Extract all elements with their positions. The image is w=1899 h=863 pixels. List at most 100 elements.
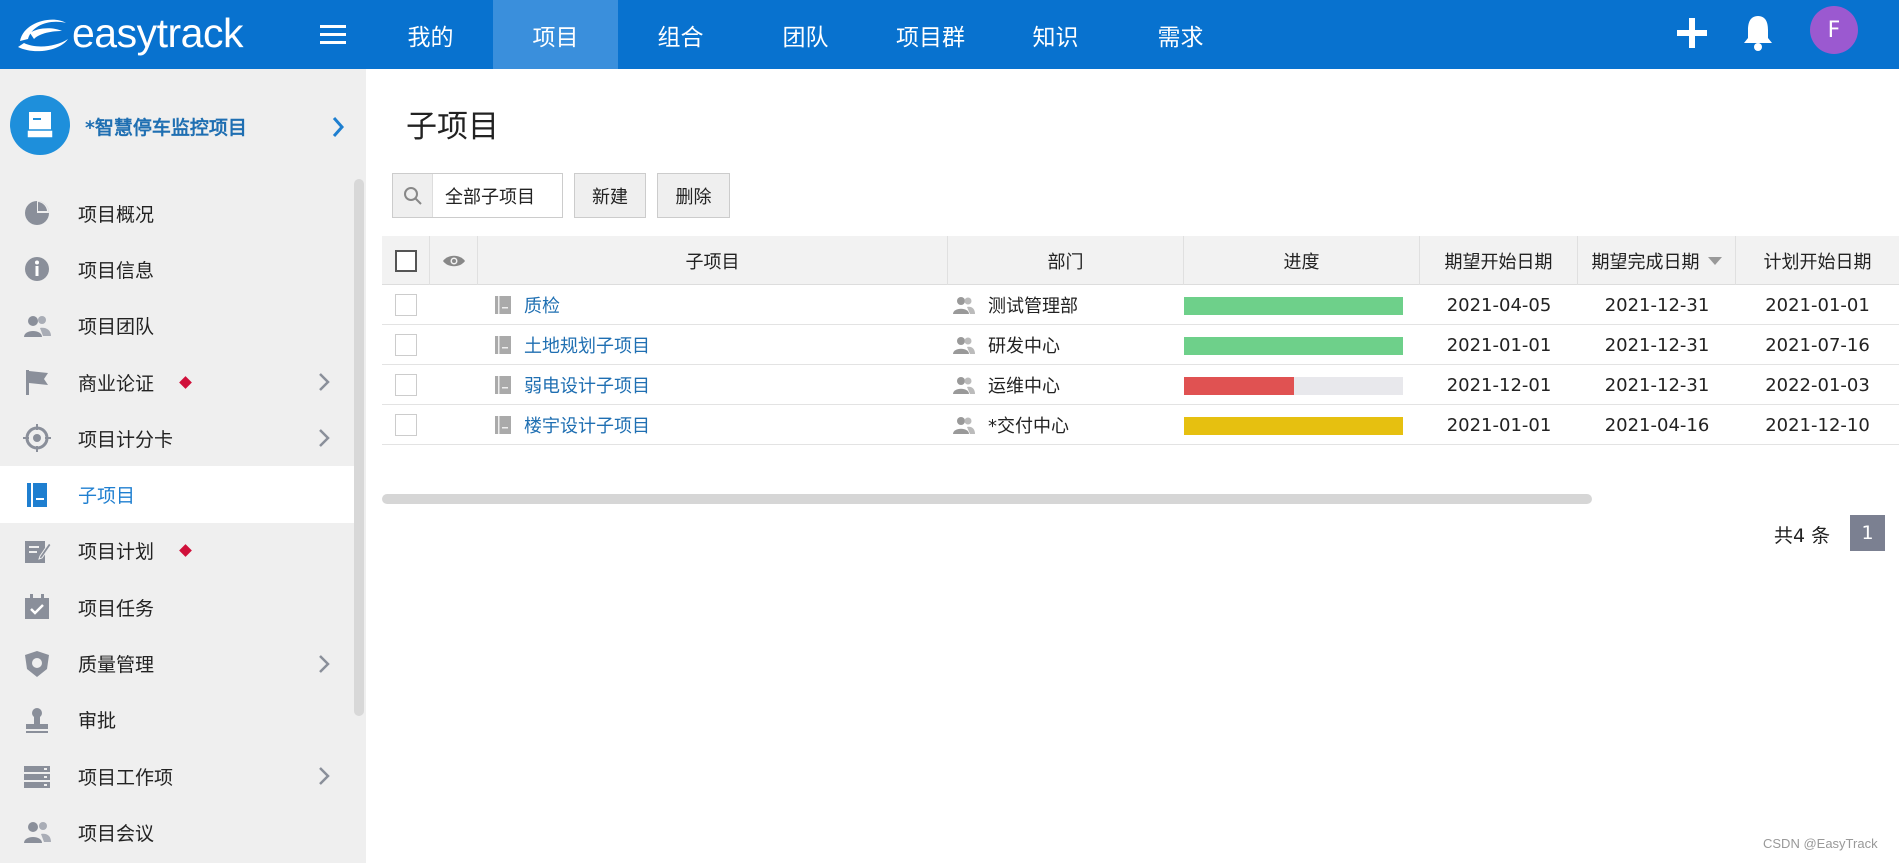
sidebar-item-plan[interactable]: 项目计划 (0, 523, 355, 579)
top-bar: easytrack 我的 项目 组合 团队 项目群 知识 需求 F (0, 0, 1899, 69)
progress-bar (1184, 377, 1403, 395)
sidebar-item-scorecard[interactable]: 项目计分卡 (0, 410, 355, 466)
progress-cell (1184, 365, 1420, 405)
exp-end-cell: 2021-12-31 (1604, 334, 1710, 356)
project-name: *智慧停车监控项目 (85, 117, 247, 139)
select-all-checkbox[interactable] (394, 249, 417, 272)
column-header-exp-end-label: 期望完成日期 (1591, 251, 1700, 273)
sidebar-item-business-case[interactable]: 商业论证 (0, 354, 355, 410)
row-select-cell (382, 285, 430, 325)
sidebar-item-quality[interactable]: 质量管理 (0, 635, 355, 691)
sidebar-item-label: 项目任务 (78, 597, 155, 620)
main-nav: 我的 项目 组合 团队 项目群 知识 需求 (368, 0, 1243, 69)
nav-program[interactable]: 项目群 (868, 0, 993, 69)
logo[interactable]: easytrack (14, 8, 243, 58)
bell-icon[interactable] (1740, 12, 1776, 52)
exp-start-cell: 2021-01-01 (1446, 334, 1552, 356)
sort-desc-icon[interactable] (1707, 256, 1722, 265)
row-checkbox[interactable] (395, 294, 417, 316)
plan-start-cell: 2021-12-10 (1765, 414, 1870, 436)
sidebar-item-approval[interactable]: 审批 (0, 692, 355, 748)
table-row[interactable]: 楼宇设计子项目 *交付中心 2021-01-01 2021-04-16 2021… (382, 405, 1899, 445)
pie-chart-icon (25, 201, 49, 226)
dept-cell: *交付中心 (952, 405, 1182, 445)
document-icon (495, 336, 511, 354)
row-select-cell (382, 325, 430, 365)
column-header-dept[interactable]: 部门 (948, 236, 1184, 285)
subproject-link[interactable]: 楼宇设计子项目 (524, 412, 650, 438)
chevron-right-icon (319, 654, 330, 673)
sidebar-item-label: 项目工作项 (78, 766, 174, 789)
column-header-plan-start[interactable]: 计划开始日期 (1736, 236, 1899, 285)
team-icon (24, 315, 51, 337)
dept-cell: 研发中心 (952, 325, 1182, 365)
filter-label: 全部子项目 (445, 186, 535, 208)
total-count: 共4 条 (1774, 525, 1831, 547)
delete-button[interactable]: 删除 (657, 173, 730, 218)
filter-selector[interactable]: 全部子项目 (392, 173, 563, 218)
table-row[interactable]: 质检 测试管理部 2021-04-05 2021-12-31 2021-01-0… (382, 285, 1899, 325)
marker-dot (179, 375, 192, 389)
plan-edit-icon (25, 540, 52, 563)
name-cell: 弱电设计子项目 (492, 365, 942, 405)
page-1-button[interactable]: 1 (1850, 515, 1885, 551)
document-icon (495, 296, 511, 314)
table-row[interactable]: 弱电设计子项目 运维中心 2021-12-01 2021-12-31 2022-… (382, 365, 1899, 405)
target-icon (23, 424, 51, 453)
nav-projects[interactable]: 项目 (493, 0, 618, 69)
new-button[interactable]: 新建 (574, 173, 646, 218)
sidebar-item-label: 商业论证 (78, 372, 155, 395)
avatar[interactable]: F (1810, 6, 1858, 54)
sidebar-item-team[interactable]: 项目团队 (0, 298, 355, 354)
nav-team[interactable]: 团队 (743, 0, 868, 69)
column-header-name[interactable]: 子项目 (478, 236, 948, 285)
chevron-right-icon[interactable] (330, 115, 346, 139)
nav-knowledge[interactable]: 知识 (993, 0, 1118, 69)
nav-my[interactable]: 我的 (368, 0, 493, 69)
logo-text: easytrack (72, 9, 243, 56)
sidebar-item-label: 项目会议 (78, 822, 155, 845)
subproject-link[interactable]: 质检 (524, 292, 560, 318)
sidebar-item-label: 项目信息 (78, 259, 155, 282)
menu-toggle-icon[interactable] (312, 17, 352, 53)
project-header[interactable]: *智慧停车监控项目 (0, 69, 366, 185)
sidebar-item-label: 审批 (78, 710, 117, 733)
document-icon (495, 416, 511, 434)
eye-icon[interactable] (442, 253, 466, 269)
search-icon[interactable] (393, 174, 433, 217)
chevron-right-icon (319, 767, 330, 785)
column-header-exp-end[interactable]: 期望完成日期 (1578, 236, 1736, 285)
sidebar-item-meetings[interactable]: 项目会议 (0, 804, 355, 860)
table-row[interactable]: 土地规划子项目 研发中心 2021-01-01 2021-12-31 2021-… (382, 325, 1899, 365)
department-people-icon (953, 377, 975, 394)
nav-portfolio[interactable]: 组合 (618, 0, 743, 69)
sidebar-item-overview[interactable]: 项目概况 (0, 185, 355, 241)
dept-cell: 运维中心 (952, 365, 1182, 405)
project-icon (10, 95, 70, 155)
sidebar-menu: 项目概况 项目信息 项目团队 商业论证 项目计分卡 子项目 项目计划 项目任务 … (0, 185, 355, 861)
subproject-link[interactable]: 土地规划子项目 (524, 332, 650, 358)
horizontal-scrollbar[interactable] (382, 494, 1592, 504)
document-icon (495, 376, 511, 394)
main-content: 子项目 全部子项目 新建 删除 子项目 部门 进度 期望开始日期 期望完成日期 … (366, 69, 1899, 863)
nav-demand[interactable]: 需求 (1118, 0, 1243, 69)
column-header-progress[interactable]: 进度 (1184, 236, 1420, 285)
progress-bar (1184, 417, 1403, 435)
department-people-icon (953, 297, 975, 314)
row-checkbox[interactable] (395, 374, 417, 396)
exp-end-cell: 2021-12-31 (1604, 294, 1710, 316)
sidebar-scrollbar[interactable] (354, 179, 364, 716)
info-icon (25, 257, 49, 282)
dept-name: 研发中心 (988, 336, 1060, 357)
plus-icon[interactable] (1672, 13, 1712, 53)
sidebar-item-work-items[interactable]: 项目工作项 (0, 748, 355, 804)
watermark: CSDN @EasyTrack (1763, 836, 1878, 851)
sidebar-item-subprojects[interactable]: 子项目 (0, 466, 355, 523)
sidebar-item-info[interactable]: 项目信息 (0, 241, 355, 297)
row-checkbox[interactable] (395, 334, 417, 356)
row-checkbox[interactable] (395, 414, 417, 436)
column-header-exp-start[interactable]: 期望开始日期 (1420, 236, 1578, 285)
subproject-link[interactable]: 弱电设计子项目 (524, 372, 650, 398)
page-title: 子项目 (406, 109, 499, 145)
sidebar-item-tasks[interactable]: 项目任务 (0, 579, 355, 635)
